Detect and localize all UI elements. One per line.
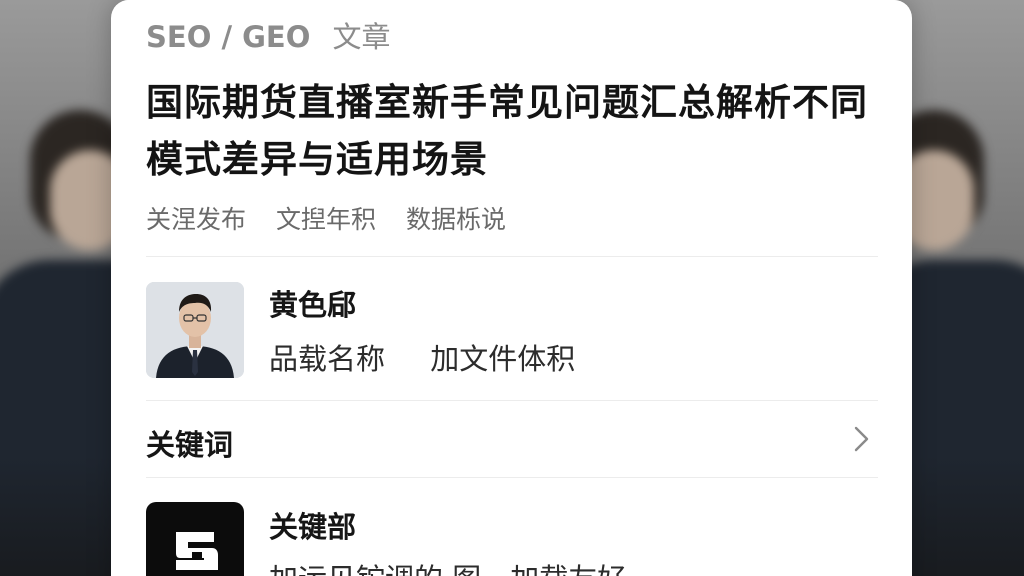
keywords-row[interactable]: 关键词 xyxy=(146,402,878,478)
article-title: 国际期货直播室新手常见问题汇总解析不同模式差异与适用场景 xyxy=(146,81,868,181)
category-secondary: 文章 xyxy=(332,20,391,54)
chevron-right-icon xyxy=(854,426,869,452)
divider xyxy=(146,477,878,478)
author-name[interactable]: 黄色郈 xyxy=(269,282,356,324)
screen: SEO / GEO 文章 国际期货直播室新手常见问题汇总解析不同模式差异与适用场… xyxy=(0,0,1024,576)
meta-item: 关涅发布 xyxy=(146,205,247,234)
keywords-label: 关键词 xyxy=(146,428,234,462)
divider xyxy=(146,256,878,257)
article-meta: 关涅发布 文揑年积 数据栎说 xyxy=(146,200,528,236)
divider xyxy=(146,400,878,401)
category-primary: SEO / GEO xyxy=(146,20,311,54)
person-portrait-icon xyxy=(146,282,244,378)
app-name[interactable]: 关键部 xyxy=(269,504,356,546)
app-logo-icon[interactable] xyxy=(146,502,244,576)
app-description: 加运见铊调的 图，加载友好 xyxy=(269,556,626,576)
app-logo-glyph xyxy=(176,532,218,570)
article-category: SEO / GEO 文章 xyxy=(146,14,391,56)
author-meta-item: 品载名称 xyxy=(269,342,386,376)
meta-item: 数据栎说 xyxy=(405,205,506,234)
author-avatar[interactable] xyxy=(146,282,244,378)
meta-item: 文揑年积 xyxy=(275,205,376,234)
article-card: SEO / GEO 文章 国际期货直播室新手常见问题汇总解析不同模式差异与适用场… xyxy=(111,0,912,576)
author-meta: 品载名称 加文件体积 xyxy=(269,336,611,378)
author-meta-item: 加文件体积 xyxy=(430,342,576,376)
